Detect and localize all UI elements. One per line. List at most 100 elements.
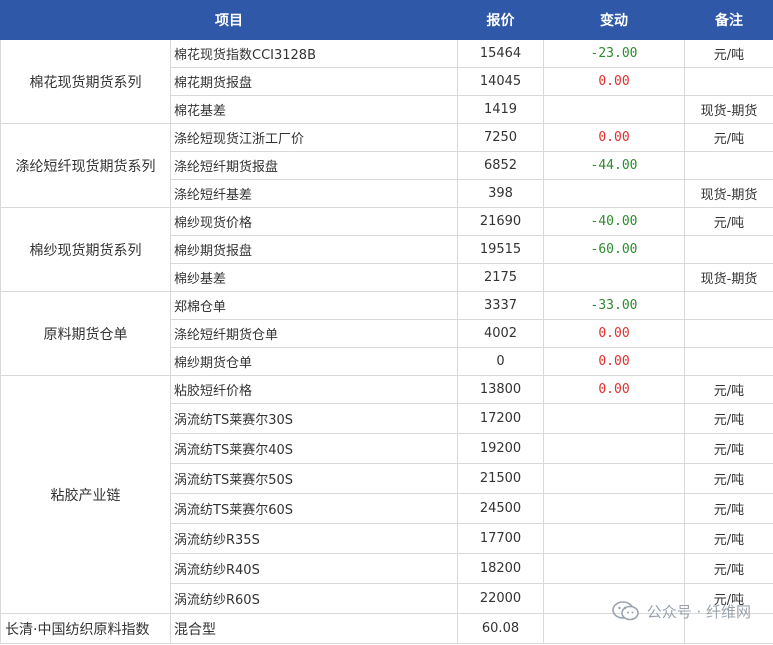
group-label: 粘胶产业链 <box>0 375 171 614</box>
price-cell: 2175 <box>457 263 544 292</box>
table-row: 棉花现货期货系列 棉花现货指数CCI3128B 15464 -23.00 元/吨 <box>0 39 773 124</box>
price-table: 项目 报价 变动 备注 棉花现货期货系列 棉花现货指数CCI3128B 15464-… <box>0 0 773 644</box>
note-cell: 现货-期货 <box>684 179 773 208</box>
footer-label: 长清·中国纺织原料指数 <box>0 613 171 644</box>
change-cell: -44.00 <box>543 151 685 180</box>
table-row: 原料期货仓单 郑棉仓单 3337 -33.00 <box>0 291 773 376</box>
change-cell <box>543 95 685 124</box>
price-cell: 19515 <box>457 235 544 264</box>
item-cell: 涡流纺纱R40S <box>170 553 458 584</box>
item-cell: 涡流纺TS莱赛尔40S <box>170 433 458 464</box>
group-label: 原料期货仓单 <box>0 291 171 376</box>
note-cell: 元/吨 <box>684 493 773 524</box>
price-cell: 22000 <box>457 583 544 614</box>
note-cell <box>684 151 773 180</box>
note-cell: 现货-期货 <box>684 95 773 124</box>
price-cell: 398 <box>457 179 544 208</box>
note-cell: 元/吨 <box>684 207 773 236</box>
item-cell: 棉纱期货仓单 <box>170 347 458 376</box>
item-cell: 涡流纺纱R35S <box>170 523 458 554</box>
note-cell: 元/吨 <box>684 403 773 434</box>
price-cell: 21500 <box>457 463 544 494</box>
item-cell: 涤纶短纤基差 <box>170 179 458 208</box>
price-cell: 17700 <box>457 523 544 554</box>
price-cell: 6852 <box>457 151 544 180</box>
note-cell: 元/吨 <box>684 375 773 404</box>
change-cell: -23.00 <box>543 39 685 68</box>
price-cell: 19200 <box>457 433 544 464</box>
item-cell: 涡流纺纱R60S <box>170 583 458 614</box>
price-cell: 3337 <box>457 291 544 320</box>
price-cell: 4002 <box>457 319 544 348</box>
table-row: 涤纶短纤现货期货系列 涤纶短现货江浙工厂价 7250 0.00 元/吨 <box>0 123 773 208</box>
header-item: 项目 <box>0 0 458 40</box>
price-cell: 1419 <box>457 95 544 124</box>
note-cell: 元/吨 <box>684 433 773 464</box>
change-cell <box>543 433 685 464</box>
footer-item: 混合型 <box>170 613 458 644</box>
change-cell: 0.00 <box>543 347 685 376</box>
change-cell <box>543 403 685 434</box>
change-cell: -33.00 <box>543 291 685 320</box>
wechat-icon <box>611 601 639 621</box>
item-cell: 粘胶短纤价格 <box>170 375 458 404</box>
table-row: 粘胶产业链 粘胶短纤价格 13800 0.00 元/吨 <box>0 375 773 614</box>
note-cell: 元/吨 <box>684 39 773 68</box>
item-cell: 涤纶短纤期货仓单 <box>170 319 458 348</box>
price-cell: 21690 <box>457 207 544 236</box>
price-cell: 7250 <box>457 123 544 152</box>
note-cell <box>684 347 773 376</box>
note-cell <box>684 319 773 348</box>
price-cell: 15464 <box>457 39 544 68</box>
change-cell: -40.00 <box>543 207 685 236</box>
change-cell <box>543 493 685 524</box>
table-body: 棉花现货期货系列 棉花现货指数CCI3128B 15464 -23.00 元/吨 棉花期货… <box>0 39 773 644</box>
watermark-text: 公众号 · 纤维网 <box>646 602 751 621</box>
watermark: 公众号 · 纤维网 <box>611 600 751 622</box>
change-cell <box>543 179 685 208</box>
item-cell: 涤纶短纤期货报盘 <box>170 151 458 180</box>
change-cell: 0.00 <box>543 375 685 404</box>
note-cell: 元/吨 <box>684 523 773 554</box>
item-cell: 涡流纺TS莱赛尔30S <box>170 403 458 434</box>
note-cell <box>684 235 773 264</box>
group-label: 棉花现货期货系列 <box>0 39 171 124</box>
item-cell: 涡流纺TS莱赛尔60S <box>170 493 458 524</box>
item-cell: 棉花基差 <box>170 95 458 124</box>
price-cell: 17200 <box>457 403 544 434</box>
header-price: 报价 <box>457 0 544 40</box>
price-cell: 14045 <box>457 67 544 96</box>
note-cell <box>684 291 773 320</box>
change-cell <box>543 523 685 554</box>
header-change: 变动 <box>543 0 685 40</box>
price-cell: 0 <box>457 347 544 376</box>
item-cell: 棉纱基差 <box>170 263 458 292</box>
item-cell: 郑棉仓单 <box>170 291 458 320</box>
item-cell: 棉花现货指数CCI3128B <box>170 39 458 68</box>
change-cell: -60.00 <box>543 235 685 264</box>
group-label: 涤纶短纤现货期货系列 <box>0 123 171 208</box>
change-cell: 0.00 <box>543 67 685 96</box>
price-cell: 18200 <box>457 553 544 584</box>
change-cell <box>543 553 685 584</box>
table-row: 棉纱现货期货系列 棉纱现货价格 21690 -40.00 元/吨 <box>0 207 773 292</box>
item-cell: 涤纶短现货江浙工厂价 <box>170 123 458 152</box>
change-cell <box>543 263 685 292</box>
note-cell: 元/吨 <box>684 463 773 494</box>
item-cell: 棉花期货报盘 <box>170 67 458 96</box>
item-cell: 棉纱期货报盘 <box>170 235 458 264</box>
header-note: 备注 <box>684 0 773 40</box>
item-cell: 涡流纺TS莱赛尔50S <box>170 463 458 494</box>
note-cell <box>684 67 773 96</box>
footer-price: 60.08 <box>457 613 544 644</box>
price-cell: 13800 <box>457 375 544 404</box>
change-cell: 0.00 <box>543 123 685 152</box>
table-header-row: 项目 报价 变动 备注 <box>0 0 773 40</box>
note-cell: 元/吨 <box>684 553 773 584</box>
price-cell: 24500 <box>457 493 544 524</box>
note-cell: 元/吨 <box>684 123 773 152</box>
item-cell: 棉纱现货价格 <box>170 207 458 236</box>
change-cell: 0.00 <box>543 319 685 348</box>
group-label: 棉纱现货期货系列 <box>0 207 171 292</box>
note-cell: 现货-期货 <box>684 263 773 292</box>
